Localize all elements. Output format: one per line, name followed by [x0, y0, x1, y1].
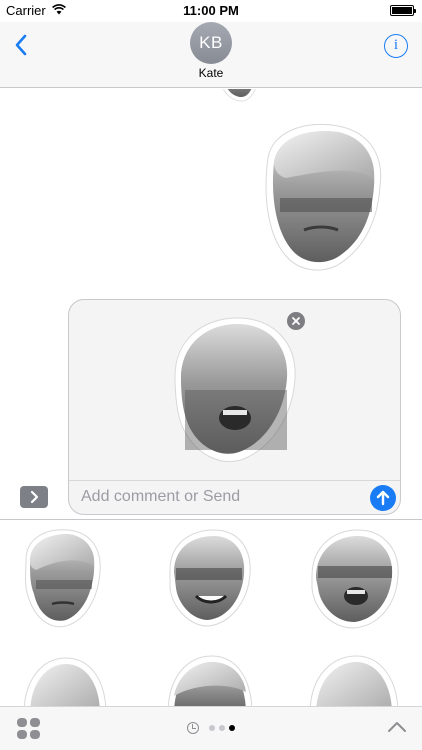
- drawer-sticker[interactable]: [164, 526, 254, 630]
- status-bar: Carrier 11:00 PM: [0, 0, 422, 22]
- sticker-message[interactable]: [256, 122, 386, 274]
- status-time: 11:00 PM: [183, 3, 239, 18]
- page-dot[interactable]: [219, 725, 225, 731]
- app-grid-icon[interactable]: [16, 717, 42, 741]
- drawer-sticker[interactable]: [20, 654, 110, 706]
- message-list: [0, 89, 422, 519]
- chevron-right-icon[interactable]: [20, 486, 48, 508]
- chevron-up-icon[interactable]: [386, 719, 408, 735]
- info-icon[interactable]: i: [384, 34, 408, 58]
- clock-icon[interactable]: [187, 722, 199, 734]
- contact-name[interactable]: Kate: [0, 66, 422, 80]
- battery-icon: [390, 5, 416, 16]
- drawer-sticker[interactable]: [306, 526, 404, 632]
- drawer-sticker[interactable]: [306, 652, 402, 706]
- arrow-up-icon[interactable]: [370, 485, 396, 511]
- sticker-message[interactable]: [212, 89, 264, 105]
- page-dot[interactable]: [229, 725, 235, 731]
- sticker-drawer: [0, 520, 422, 706]
- page-indicator: [187, 721, 247, 735]
- conversation-header: KB Kate i: [0, 22, 422, 88]
- compose-divider: [69, 480, 400, 481]
- drawer-sticker[interactable]: [20, 526, 106, 630]
- compose-box: [68, 299, 401, 515]
- attached-sticker[interactable]: [167, 314, 303, 464]
- avatar[interactable]: KB: [190, 22, 232, 64]
- chevron-left-icon[interactable]: [8, 30, 38, 60]
- page-dot[interactable]: [209, 725, 215, 731]
- close-icon[interactable]: [287, 312, 305, 330]
- app-bottom-bar: [0, 706, 422, 750]
- drawer-sticker[interactable]: [164, 652, 256, 706]
- comment-input[interactable]: [81, 488, 361, 506]
- messages-screen: Carrier 11:00 PM KB Kate i: [0, 0, 422, 750]
